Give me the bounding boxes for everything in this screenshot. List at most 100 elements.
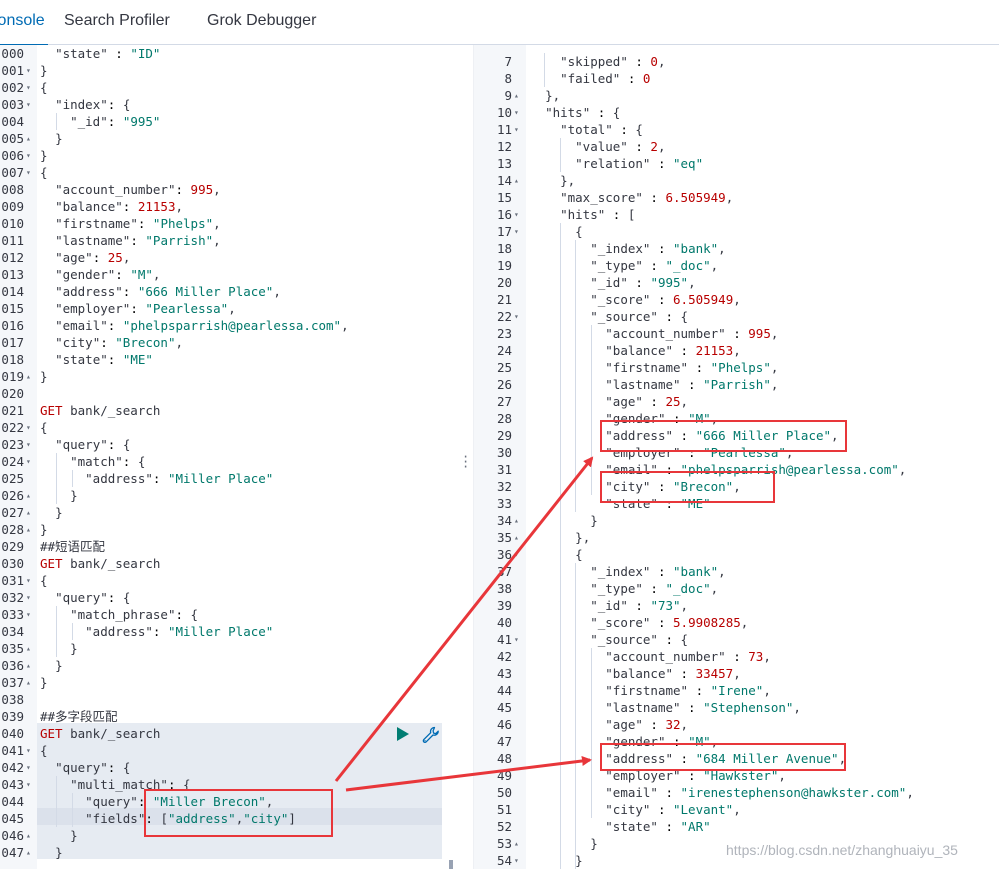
line-number: 19 <box>496 258 512 273</box>
fold-open-icon[interactable]: ▾ <box>514 104 519 121</box>
watermark: https://blog.csdn.net/zhanghuaiyu_35 <box>726 842 958 858</box>
fold-open-icon[interactable]: ▾ <box>514 206 519 223</box>
line-number: 033 <box>1 607 24 622</box>
fold-close-icon[interactable]: ▴ <box>514 172 519 189</box>
line-number: 019 <box>1 369 24 384</box>
run-request-icon[interactable] <box>397 727 409 741</box>
line-number: 039 <box>1 709 24 724</box>
fold-open-icon[interactable]: ▾ <box>514 308 519 325</box>
line-number: 015 <box>1 301 24 316</box>
line-number: 023 <box>1 437 24 452</box>
line-number: 9 <box>504 88 512 103</box>
line-number: 012 <box>1 250 24 265</box>
line-number: 39 <box>496 598 512 613</box>
fold-open-icon[interactable]: ▾ <box>26 589 31 606</box>
fold-open-icon[interactable]: ▾ <box>514 631 519 648</box>
line-number: 54 <box>496 853 512 868</box>
code-text: "employer": "Pearlessa", <box>55 301 236 316</box>
wrench-icon[interactable] <box>422 726 440 744</box>
line-number: 036 <box>1 658 24 673</box>
code-text: "value" : 2, <box>575 139 666 154</box>
resize-handle-icon[interactable]: · · · <box>462 451 469 473</box>
annotation-box-query-fields <box>144 789 333 837</box>
code-text: "address": "666 Miller Place", <box>55 284 281 299</box>
tab-search-profiler[interactable]: Search Profiler <box>64 0 170 44</box>
fold-open-icon[interactable]: ▾ <box>514 223 519 240</box>
line-number: 31 <box>496 462 512 477</box>
code-text: "email": "phelpsparrish@pearlessa.com", <box>55 318 349 333</box>
code-text: } <box>55 131 63 146</box>
code-text: } <box>590 513 598 528</box>
fold-close-icon[interactable]: ▴ <box>26 657 31 674</box>
line-number: 20 <box>496 275 512 290</box>
fold-open-icon[interactable]: ▾ <box>26 453 31 470</box>
line-number: 49 <box>496 768 512 783</box>
fold-close-icon[interactable]: ▴ <box>514 529 519 546</box>
code-text: "_type" : "_doc", <box>590 581 719 596</box>
fold-open-icon[interactable]: ▾ <box>514 546 519 563</box>
fold-open-icon[interactable]: ▾ <box>26 419 31 436</box>
line-number: 005 <box>1 131 24 146</box>
fold-close-icon[interactable]: ▴ <box>26 827 31 844</box>
fold-close-icon[interactable]: ▴ <box>514 835 519 852</box>
fold-open-icon[interactable]: ▾ <box>26 436 31 453</box>
code-text: } <box>40 675 48 690</box>
line-number: 21 <box>496 292 512 307</box>
code-text: "query": { <box>55 590 131 605</box>
fold-open-icon[interactable]: ▾ <box>26 759 31 776</box>
fold-close-icon[interactable]: ▴ <box>26 130 31 147</box>
fold-open-icon[interactable]: ▾ <box>26 96 31 113</box>
code-text: "query": { <box>55 437 131 452</box>
fold-close-icon[interactable]: ▴ <box>26 487 31 504</box>
fold-open-icon[interactable]: ▾ <box>26 62 31 79</box>
fold-open-icon[interactable]: ▾ <box>26 164 31 181</box>
indent-guide <box>575 563 576 869</box>
annotation-box-address-hit2 <box>600 743 846 771</box>
fold-close-icon[interactable]: ▴ <box>26 640 31 657</box>
fold-open-icon[interactable]: ▾ <box>26 606 31 623</box>
code-text: "balance" : 33457, <box>605 666 741 681</box>
line-number: 000 <box>1 46 24 61</box>
line-number: 42 <box>496 649 512 664</box>
fold-close-icon[interactable]: ▴ <box>26 504 31 521</box>
tab-grok-debugger[interactable]: Grok Debugger <box>207 0 316 44</box>
fold-close-icon[interactable]: ▴ <box>26 521 31 538</box>
code-text: "_id" : "73", <box>590 598 689 613</box>
fold-close-icon[interactable]: ▴ <box>514 512 519 529</box>
fold-open-icon[interactable]: ▾ <box>26 79 31 96</box>
fold-close-icon[interactable]: ▴ <box>26 674 31 691</box>
code-text: GET bank/_search <box>40 556 161 571</box>
code-text: } <box>55 845 63 860</box>
fold-close-icon[interactable]: ▴ <box>514 87 519 104</box>
line-number: 022 <box>1 420 24 435</box>
fold-close-icon[interactable]: ▴ <box>26 368 31 385</box>
code-text: "firstname" : "Phelps", <box>605 360 779 375</box>
code-text: { <box>40 743 48 758</box>
line-number: 38 <box>496 581 512 596</box>
fold-open-icon[interactable]: ▾ <box>26 572 31 589</box>
fold-open-icon[interactable]: ▾ <box>26 742 31 759</box>
line-number: 17 <box>496 224 512 239</box>
line-number: 16 <box>496 207 512 222</box>
line-number: 15 <box>496 190 512 205</box>
fold-close-icon[interactable]: ▴ <box>26 844 31 861</box>
line-number: 25 <box>496 360 512 375</box>
tab-console[interactable]: Console <box>0 0 48 46</box>
request-editor[interactable]: 000 "state" : "ID" 001 ▾} 002 ▾{003 ▾ "index"… <box>0 45 456 869</box>
fold-open-icon[interactable]: ▾ <box>26 147 31 164</box>
code-text: "query": { <box>55 760 131 775</box>
scrollbar-thumb[interactable] <box>449 860 453 869</box>
fold-open-icon[interactable]: ▾ <box>514 852 519 869</box>
line-number: 017 <box>1 335 24 350</box>
line-number: 002 <box>1 80 24 95</box>
line-number: 034 <box>1 624 24 639</box>
fold-open-icon[interactable]: ▾ <box>26 776 31 793</box>
code-text: "_type" : "_doc", <box>590 258 719 273</box>
line-number: 011 <box>1 233 24 248</box>
fold-open-icon[interactable]: ▾ <box>514 121 519 138</box>
indent-guide <box>544 53 545 87</box>
line-number: 020 <box>1 386 24 401</box>
line-number: 035 <box>1 641 24 656</box>
line-number: 43 <box>496 666 512 681</box>
code-text: "city": "Brecon", <box>55 335 184 350</box>
